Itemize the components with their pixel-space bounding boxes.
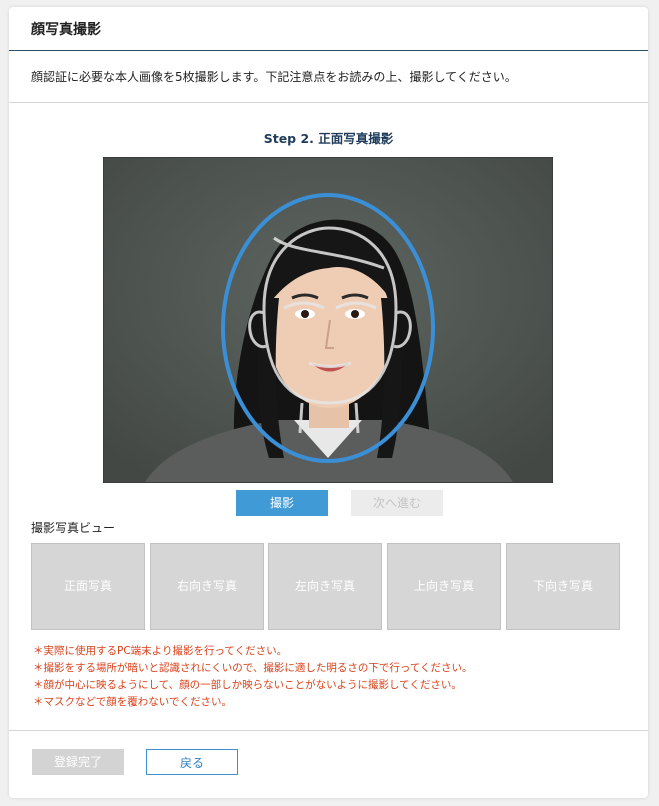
capture-button[interactable]: 撮影 — [236, 490, 328, 516]
preview-label: 撮影写真ビュー — [31, 521, 116, 535]
divider — [9, 102, 648, 103]
thumbnail-strip: 正面写真 右向き写真 左向き写真 上向き写真 下向き写真 — [31, 543, 623, 631]
thumbnail-down: 下向き写真 — [506, 543, 620, 630]
camera-preview — [103, 157, 553, 483]
note-item: ＊実際に使用するPC端末より撮影を行ってください。 — [33, 645, 288, 657]
back-button[interactable]: 戻る — [146, 749, 238, 775]
thumbnail-front: 正面写真 — [31, 543, 145, 630]
divider — [9, 730, 648, 731]
thumbnail-up: 上向き写真 — [387, 543, 501, 630]
caution-notes: ＊実際に使用するPC端末より撮影を行ってください。 ＊撮影をする場所が暗いと認識… — [33, 643, 473, 711]
step-title: Step 2. 正面写真撮影 — [263, 131, 394, 146]
note-item: ＊マスクなどで顔を覆わないでください。 — [33, 696, 232, 708]
register-complete-button[interactable]: 登録完了 — [32, 749, 124, 775]
thumbnail-right: 右向き写真 — [150, 543, 264, 630]
page-title: 顔写真撮影 — [31, 22, 101, 38]
note-item: ＊撮影をする場所が暗いと認識されにくいので、撮影に適した明るさの下で行ってくださ… — [33, 662, 473, 674]
card-header: 顔写真撮影 — [9, 7, 648, 51]
next-button[interactable]: 次へ進む — [351, 490, 443, 516]
face-capture-card: 顔写真撮影 顔認証に必要な本人画像を5枚撮影します。下記注意点をお読みの上、撮影… — [9, 7, 648, 798]
thumbnail-left: 左向き写真 — [268, 543, 382, 630]
intro-text: 顔認証に必要な本人画像を5枚撮影します。下記注意点をお読みの上、撮影してください… — [31, 70, 517, 84]
note-item: ＊顔が中心に映るようにして、顔の一部しか映らないことがないように撮影してください… — [33, 679, 462, 691]
